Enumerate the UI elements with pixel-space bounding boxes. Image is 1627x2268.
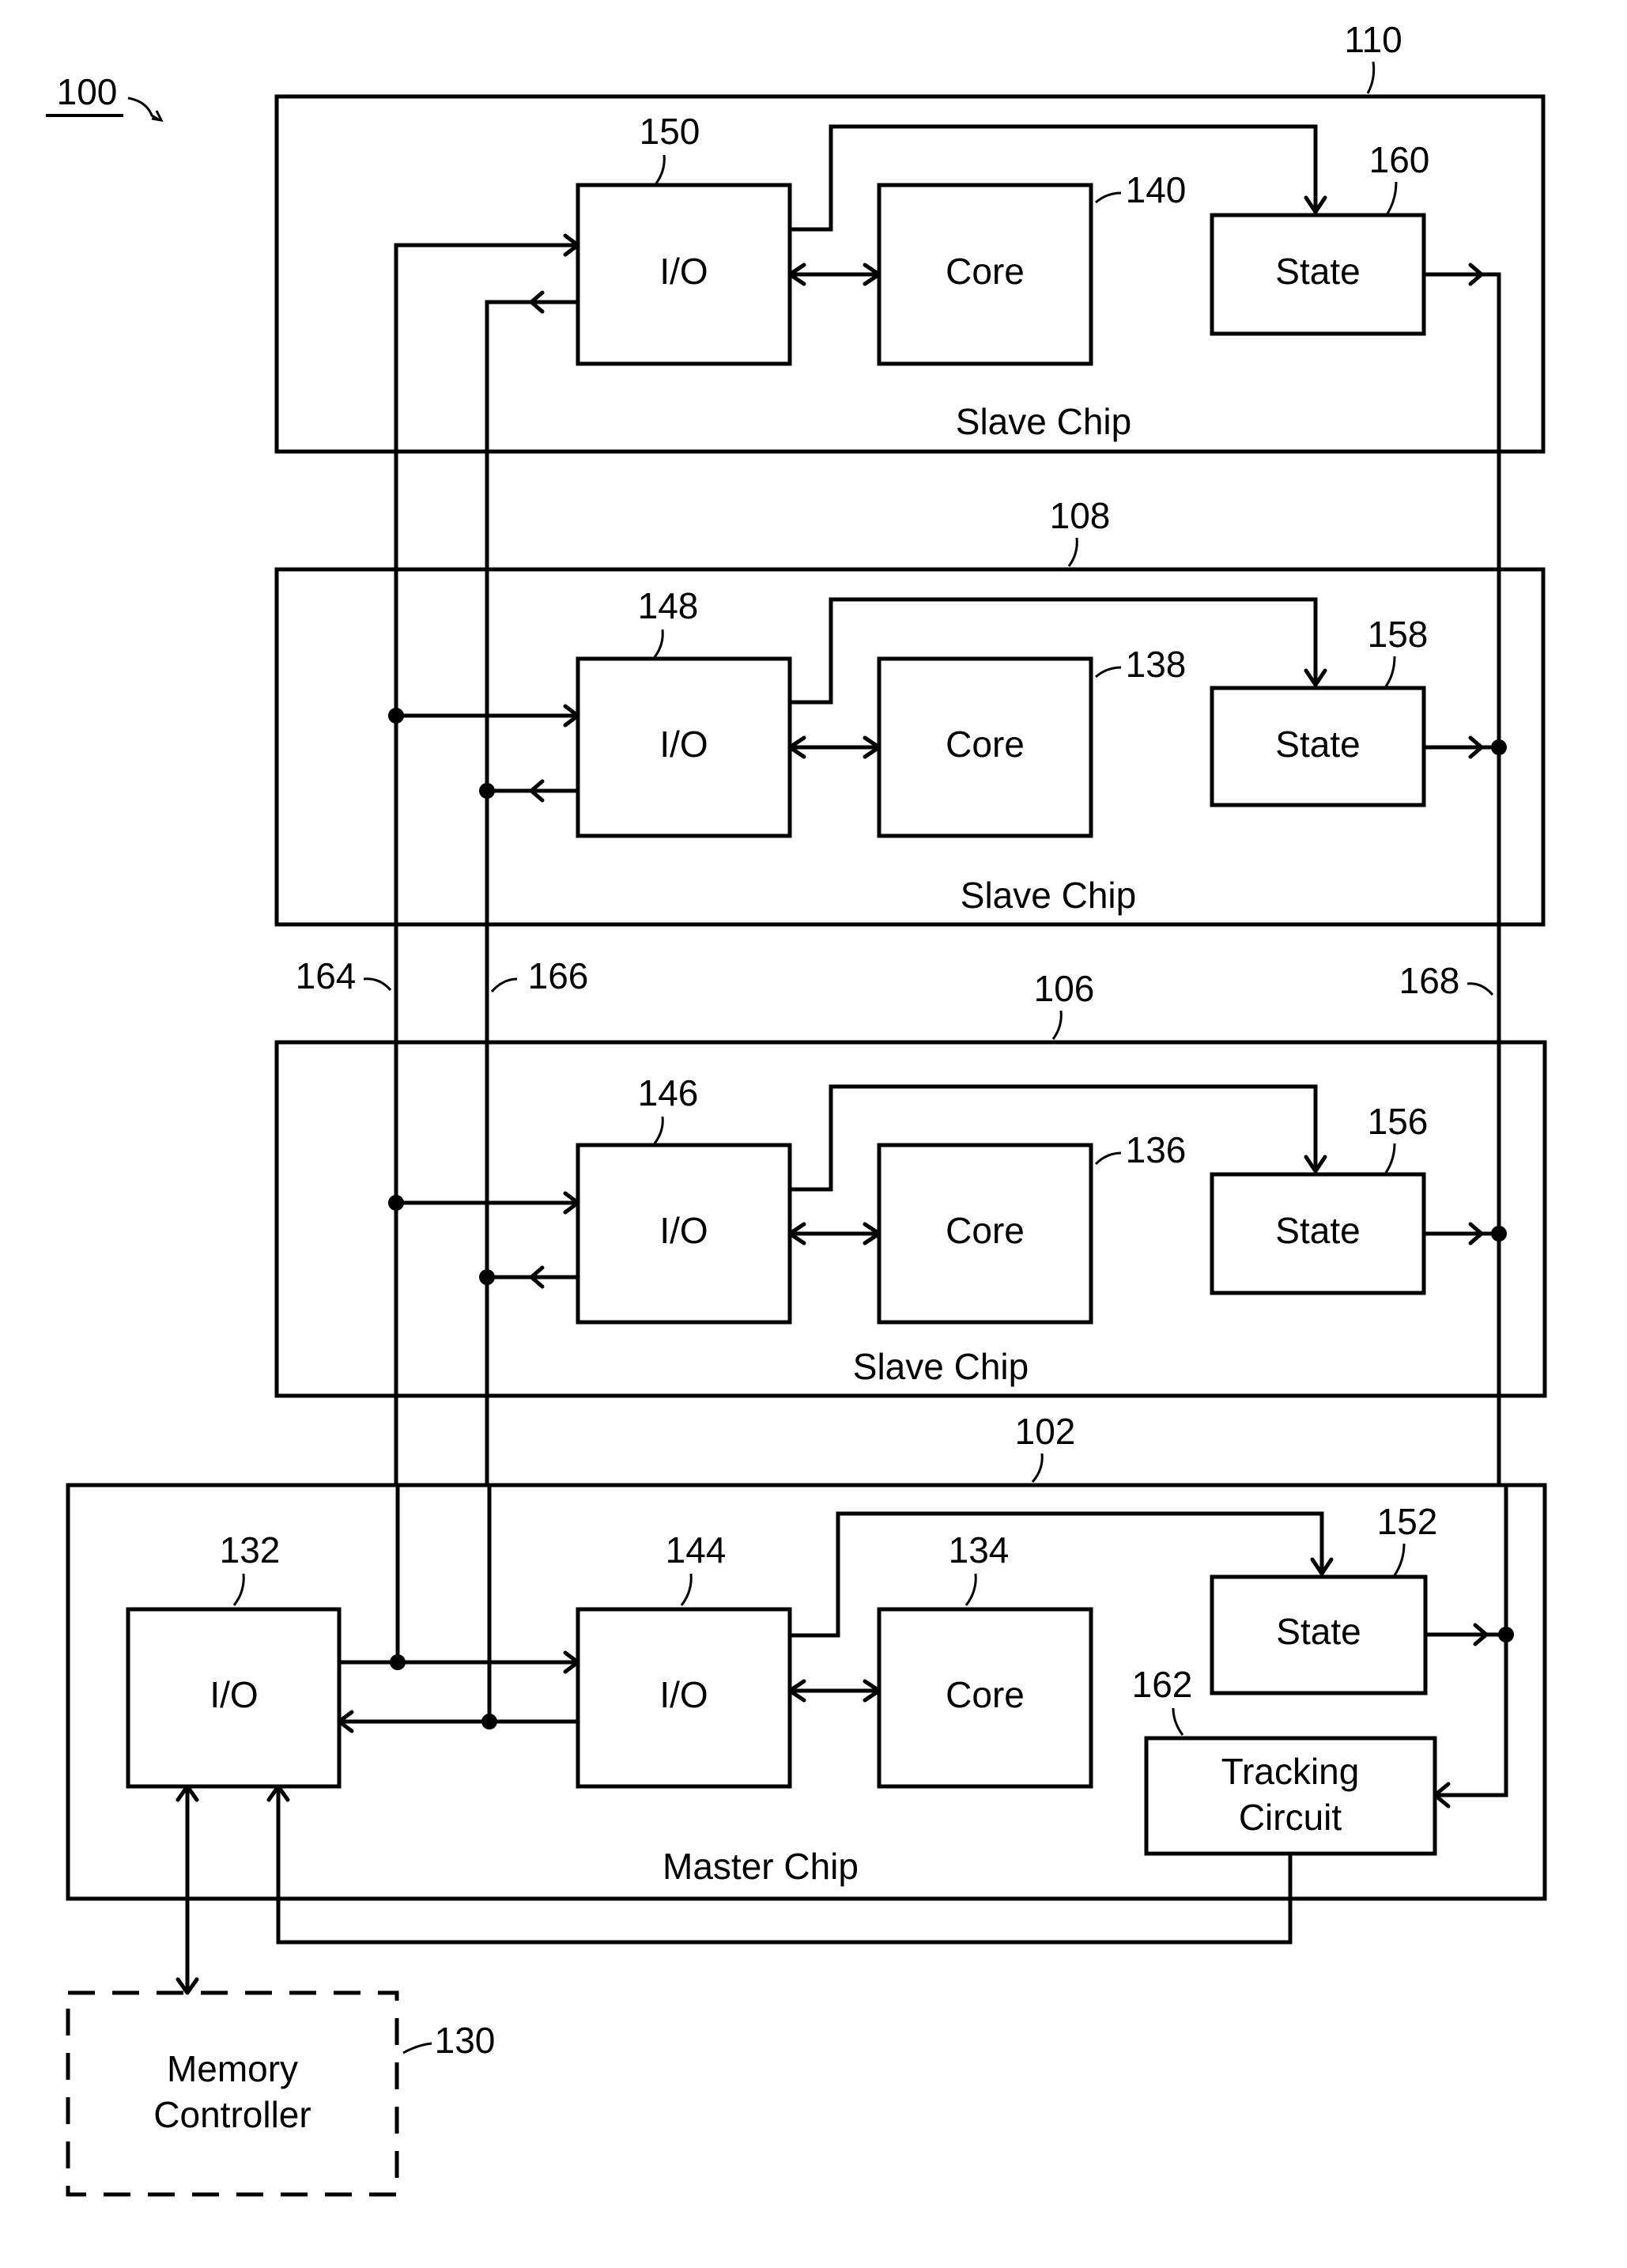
state-ref: 160 (1369, 139, 1430, 180)
bus-168-ref-leader (1467, 982, 1494, 996)
chip-ref: 106 (1034, 968, 1095, 1009)
io-ref-leader (655, 154, 666, 184)
chip-ref-leader (1031, 1453, 1044, 1483)
external-io-ref-leader (232, 1573, 245, 1606)
bus-166-ref: 166 (528, 955, 589, 996)
bus-168-to-tracking-wire (1435, 1635, 1508, 1797)
chip-ref-leader (1051, 1010, 1063, 1040)
core-label: Core (946, 1210, 1025, 1251)
memory-controller-130: Memory Controller 130 (66, 1990, 496, 2197)
figure-ref-100: 100 (57, 71, 118, 112)
io-ref-leader (653, 1116, 664, 1144)
master-chip-102: 102 Master Chip I/O 132 I/O 144 Core 134… (66, 1411, 1547, 1995)
chip-ref-leader (1366, 61, 1376, 94)
memory-controller-ref: 130 (435, 2020, 496, 2061)
io-ref: 144 (666, 1529, 727, 1571)
io-ref: 146 (638, 1072, 699, 1113)
block-diagram: 100 110 Slave Chip I/O 150 Core 140 Stat… (46, 19, 1547, 2197)
memory-controller-label-line2: Controller (153, 2094, 311, 2135)
bus-168-ref: 168 (1399, 960, 1460, 1001)
core-ref: 136 (1126, 1129, 1187, 1170)
slave-chip-110: 110 Slave Chip I/O 150 Core 140 State 16… (274, 19, 1546, 454)
io-ref-leader (653, 629, 664, 658)
memory-controller-label-line1: Memory (167, 2048, 298, 2089)
slave-chip-108: 108 Slave Chip I/O 148 Core 138 State 15… (274, 495, 1546, 927)
external-io-label: I/O (210, 1674, 258, 1715)
tracking-circuit-ref-leader (1172, 1707, 1184, 1736)
state-ref: 156 (1368, 1101, 1429, 1142)
chip-ref: 110 (1344, 19, 1402, 60)
external-io-ref: 132 (220, 1529, 281, 1571)
tracking-circuit-label-line1: Tracking (1221, 1751, 1360, 1792)
tracking-circuit-ref: 162 (1132, 1664, 1193, 1705)
core-ref-leader (1095, 191, 1122, 204)
state-label: State (1275, 251, 1360, 292)
core-label: Core (946, 251, 1025, 292)
tracking-circuit-label-line2: Circuit (1239, 1797, 1342, 1838)
core-ref: 134 (949, 1529, 1010, 1571)
io-label: I/O (659, 1674, 708, 1715)
state-label: State (1276, 1611, 1361, 1652)
state-ref-leader (1384, 656, 1396, 687)
state-ref: 152 (1377, 1501, 1438, 1542)
chip-label: Slave Chip (956, 401, 1131, 442)
core-ref: 138 (1126, 644, 1187, 685)
core-label: Core (946, 1674, 1025, 1715)
figure-label: 100 (46, 71, 164, 122)
core-ref: 140 (1126, 169, 1187, 210)
chip-label: Slave Chip (853, 1346, 1029, 1387)
io-ref: 148 (638, 585, 699, 626)
chip-ref-leader (1067, 537, 1078, 567)
bus-166-tap (485, 300, 578, 452)
chip-ref: 108 (1050, 495, 1111, 536)
state-ref-leader (1393, 1543, 1406, 1576)
io-label: I/O (659, 251, 708, 292)
state-ref-leader (1384, 1143, 1396, 1174)
state-label: State (1275, 1210, 1360, 1251)
chip-label: Slave Chip (961, 875, 1136, 916)
core-label: Core (946, 724, 1025, 765)
bus-164-ref-leader (363, 977, 392, 992)
memory-controller-ref-leader (402, 2042, 432, 2054)
state-ref: 158 (1368, 614, 1429, 655)
io-label: I/O (659, 724, 708, 765)
chip-label: Master Chip (663, 1846, 859, 1887)
io-ref-leader (680, 1573, 693, 1606)
bus-164-ref: 164 (296, 955, 357, 996)
bus-166-ref-leader (490, 977, 518, 993)
io-ref: 150 (640, 111, 700, 152)
io-to-state-wire (790, 1511, 1324, 1638)
state-ref-leader (1386, 181, 1398, 214)
core-ref-leader (1095, 666, 1122, 679)
state-output-wire (1424, 272, 1501, 452)
state-label: State (1275, 724, 1360, 765)
io-label: I/O (659, 1210, 708, 1251)
core-ref-leader (964, 1573, 977, 1606)
chip-ref: 102 (1015, 1411, 1076, 1452)
figure-ref-leader (127, 96, 160, 122)
slave-chip-106: 106 Slave Chip I/O 146 Core 136 State 15… (274, 968, 1547, 1398)
core-ref-leader (1094, 1151, 1122, 1166)
